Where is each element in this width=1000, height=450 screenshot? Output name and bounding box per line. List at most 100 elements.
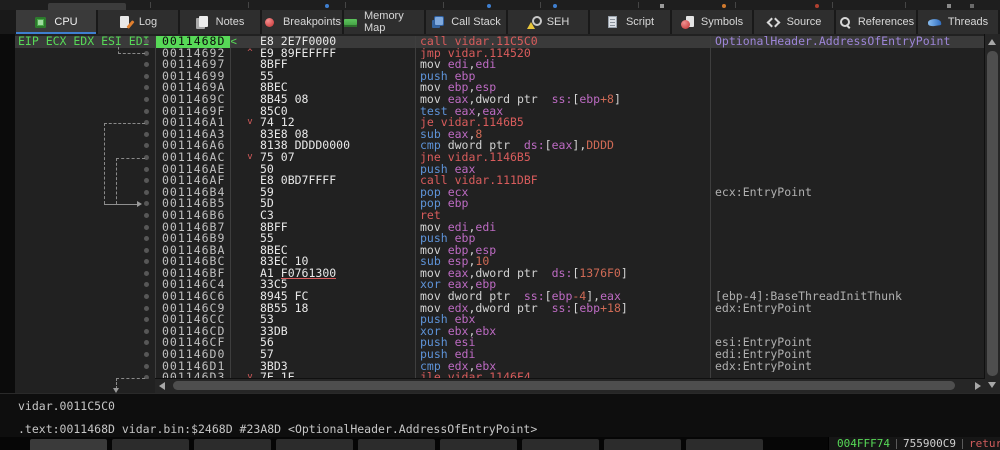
breakpoint-bullet[interactable]: [144, 74, 149, 79]
bottom-tab-stub[interactable]: [522, 439, 599, 450]
tab-references[interactable]: References: [836, 10, 916, 34]
bottom-tab-stub[interactable]: [440, 439, 517, 450]
breakpoint-bullet[interactable]: [144, 282, 149, 287]
breakpoint-bullet[interactable]: [144, 39, 149, 44]
horizontal-scrollbar[interactable]: [155, 378, 985, 393]
disasm-row[interactable]: 0011469955push ebp: [0, 71, 985, 83]
breakpoint-bullet[interactable]: [144, 178, 149, 183]
tab-memory-map[interactable]: Memory Map: [344, 10, 424, 34]
disasm-row[interactable]: 0011469C8B45 08mov eax,dword ptr ss:[ebp…: [0, 94, 985, 106]
instruction-cell: cmp dword ptr ds:[eax],DDDD: [415, 140, 710, 152]
breakpoint-bullet[interactable]: [144, 213, 149, 218]
tab-call-stack[interactable]: Call Stack: [426, 10, 506, 34]
breakpoint-bullet[interactable]: [144, 259, 149, 264]
column-separator[interactable]: [230, 36, 231, 378]
disasm-row[interactable]: 001146A383E8 08sub eax,8: [0, 129, 985, 141]
breakpoint-bullet[interactable]: [144, 167, 149, 172]
breakpoint-bullet[interactable]: [144, 352, 149, 357]
tab-log[interactable]: Log: [98, 10, 178, 34]
breakpoint-bullet[interactable]: [144, 62, 149, 67]
disasm-row[interactable]: 001146B78BFFmov edi,edi: [0, 222, 985, 234]
disasm-row[interactable]: EIP ECX EDX ESI EDI0011468D<E8 2E7F0000c…: [0, 36, 985, 48]
instruction-token: ]: [621, 268, 628, 280]
breakpoint-bullet[interactable]: [144, 317, 149, 322]
disasm-row[interactable]: 001146AE50push eax: [0, 164, 985, 176]
disasm-row[interactable]: 001146CF56push esiesi:EntryPoint: [0, 337, 985, 349]
column-separator[interactable]: [155, 36, 156, 378]
bottom-tab-stub[interactable]: [276, 439, 353, 450]
graph-cell: [0, 175, 155, 187]
tab-source[interactable]: Source: [754, 10, 834, 34]
disasm-row[interactable]: 001146C68945 FCmov dword ptr ss:[ebp-4],…: [0, 291, 985, 303]
toolbar-icon-fragment: [947, 4, 951, 8]
bottom-tab-stub[interactable]: [358, 439, 435, 450]
disasm-row[interactable]: 001146CC53push ebx: [0, 314, 985, 326]
address-cell: 001146C6: [155, 291, 230, 303]
bottom-tab-stub[interactable]: [112, 439, 189, 450]
disasm-row[interactable]: 001146BC83EC 10sub esp,10: [0, 256, 985, 268]
tab-cpu[interactable]: CPU: [16, 10, 96, 34]
column-separator[interactable]: [415, 36, 416, 378]
eip-marker-slot: [230, 198, 240, 210]
instruction-token: ebp: [448, 198, 469, 210]
disasm-row[interactable]: 001146BA8BECmov ebp,esp: [0, 245, 985, 257]
disasm-row[interactable]: 001146B955push ebp: [0, 233, 985, 245]
disasm-row[interactable]: 0011469F85C0test eax,eax: [0, 106, 985, 118]
scroll-up-icon[interactable]: [988, 39, 996, 45]
breakpoint-bullet[interactable]: [144, 225, 149, 230]
breakpoint-bullet[interactable]: [144, 236, 149, 241]
disasm-row[interactable]: 001146A1v74 12je vidar.1146B5: [0, 117, 985, 129]
disasm-row[interactable]: 001146B6C3ret: [0, 210, 985, 222]
disassembly-view[interactable]: EIP ECX EDX ESI EDI0011468D<E8 2E7F0000c…: [0, 34, 1000, 393]
disasm-row[interactable]: 001146B55Dpop ebp: [0, 198, 985, 210]
tab-script[interactable]: Script: [590, 10, 670, 34]
bottom-tab-stub[interactable]: [686, 439, 763, 450]
breakpoint-bullet[interactable]: [144, 143, 149, 148]
vertical-scroll-thumb[interactable]: [987, 51, 998, 376]
breakpoint-bullet[interactable]: [144, 340, 149, 345]
scroll-left-icon[interactable]: [159, 382, 165, 390]
tab-symbols[interactable]: Symbols: [672, 10, 752, 34]
disasm-row[interactable]: 001146BFA1 F0761300mov eax,dword ptr ds:…: [0, 268, 985, 280]
breakpoint-bullet[interactable]: [144, 109, 149, 114]
disasm-row[interactable]: 001146D057push ediedi:EntryPoint: [0, 349, 985, 361]
comment-cell: [710, 129, 985, 141]
breakpoint-bullet[interactable]: [144, 248, 149, 253]
bottom-tab-stub[interactable]: [194, 439, 271, 450]
disasm-row[interactable]: 001146CD33DBxor ebx,ebx: [0, 326, 985, 338]
breakpoint-bullet[interactable]: [144, 329, 149, 334]
disasm-row[interactable]: 001146C433C5xor eax,ebp: [0, 279, 985, 291]
stack-preview-row[interactable]: 004FFF74 755900C9 return to ke: [828, 437, 1000, 450]
disasm-row[interactable]: 001146ACv75 07jne vidar.1146B5: [0, 152, 985, 164]
disasm-row[interactable]: 001146B459pop ecxecx:EntryPoint: [0, 187, 985, 199]
scroll-right-icon[interactable]: [975, 382, 981, 390]
tab-notes[interactable]: Notes: [180, 10, 260, 34]
horizontal-scroll-thumb[interactable]: [173, 381, 955, 390]
breakpoint-bullet[interactable]: [144, 85, 149, 90]
disasm-row[interactable]: 00114692^E9 89FEFFFFjmp vidar.114520: [0, 48, 985, 60]
breakpoint-bullet[interactable]: [144, 364, 149, 369]
disasm-row[interactable]: 001146AFE8 0BD7FFFFcall vidar.111DBF: [0, 175, 985, 187]
disasm-row[interactable]: 0011469A8BECmov ebp,esp: [0, 82, 985, 94]
disasm-row[interactable]: 001146978BFFmov edi,edi: [0, 59, 985, 71]
scroll-down-icon[interactable]: [988, 382, 996, 388]
breakpoint-bullet[interactable]: [144, 132, 149, 137]
instruction-token: eax: [448, 94, 469, 106]
bottom-tab-stub[interactable]: [604, 439, 681, 450]
disasm-row[interactable]: 001146A68138 DDDD0000cmp dword ptr ds:[e…: [0, 140, 985, 152]
bottom-tab-stub[interactable]: [30, 439, 107, 450]
breakpoint-bullet[interactable]: [144, 201, 149, 206]
instruction-token: jmp vidar.114520: [420, 48, 531, 60]
tab-breakpoints[interactable]: Breakpoints: [262, 10, 342, 34]
breakpoint-bullet[interactable]: [144, 294, 149, 299]
breakpoint-bullet[interactable]: [144, 97, 149, 102]
breakpoint-bullet[interactable]: [144, 306, 149, 311]
disasm-row[interactable]: 001146C98B55 18mov edx,dword ptr ss:[ebp…: [0, 303, 985, 315]
tab-threads[interactable]: Threads: [918, 10, 998, 34]
breakpoint-bullet[interactable]: [144, 190, 149, 195]
breakpoint-bullet[interactable]: [144, 271, 149, 276]
vertical-scrollbar[interactable]: [984, 34, 1000, 393]
disasm-row[interactable]: 001146D13BD3cmp edx,ebxedx:EntryPoint: [0, 361, 985, 373]
tab-seh[interactable]: SEH: [508, 10, 588, 34]
column-separator[interactable]: [710, 36, 711, 378]
